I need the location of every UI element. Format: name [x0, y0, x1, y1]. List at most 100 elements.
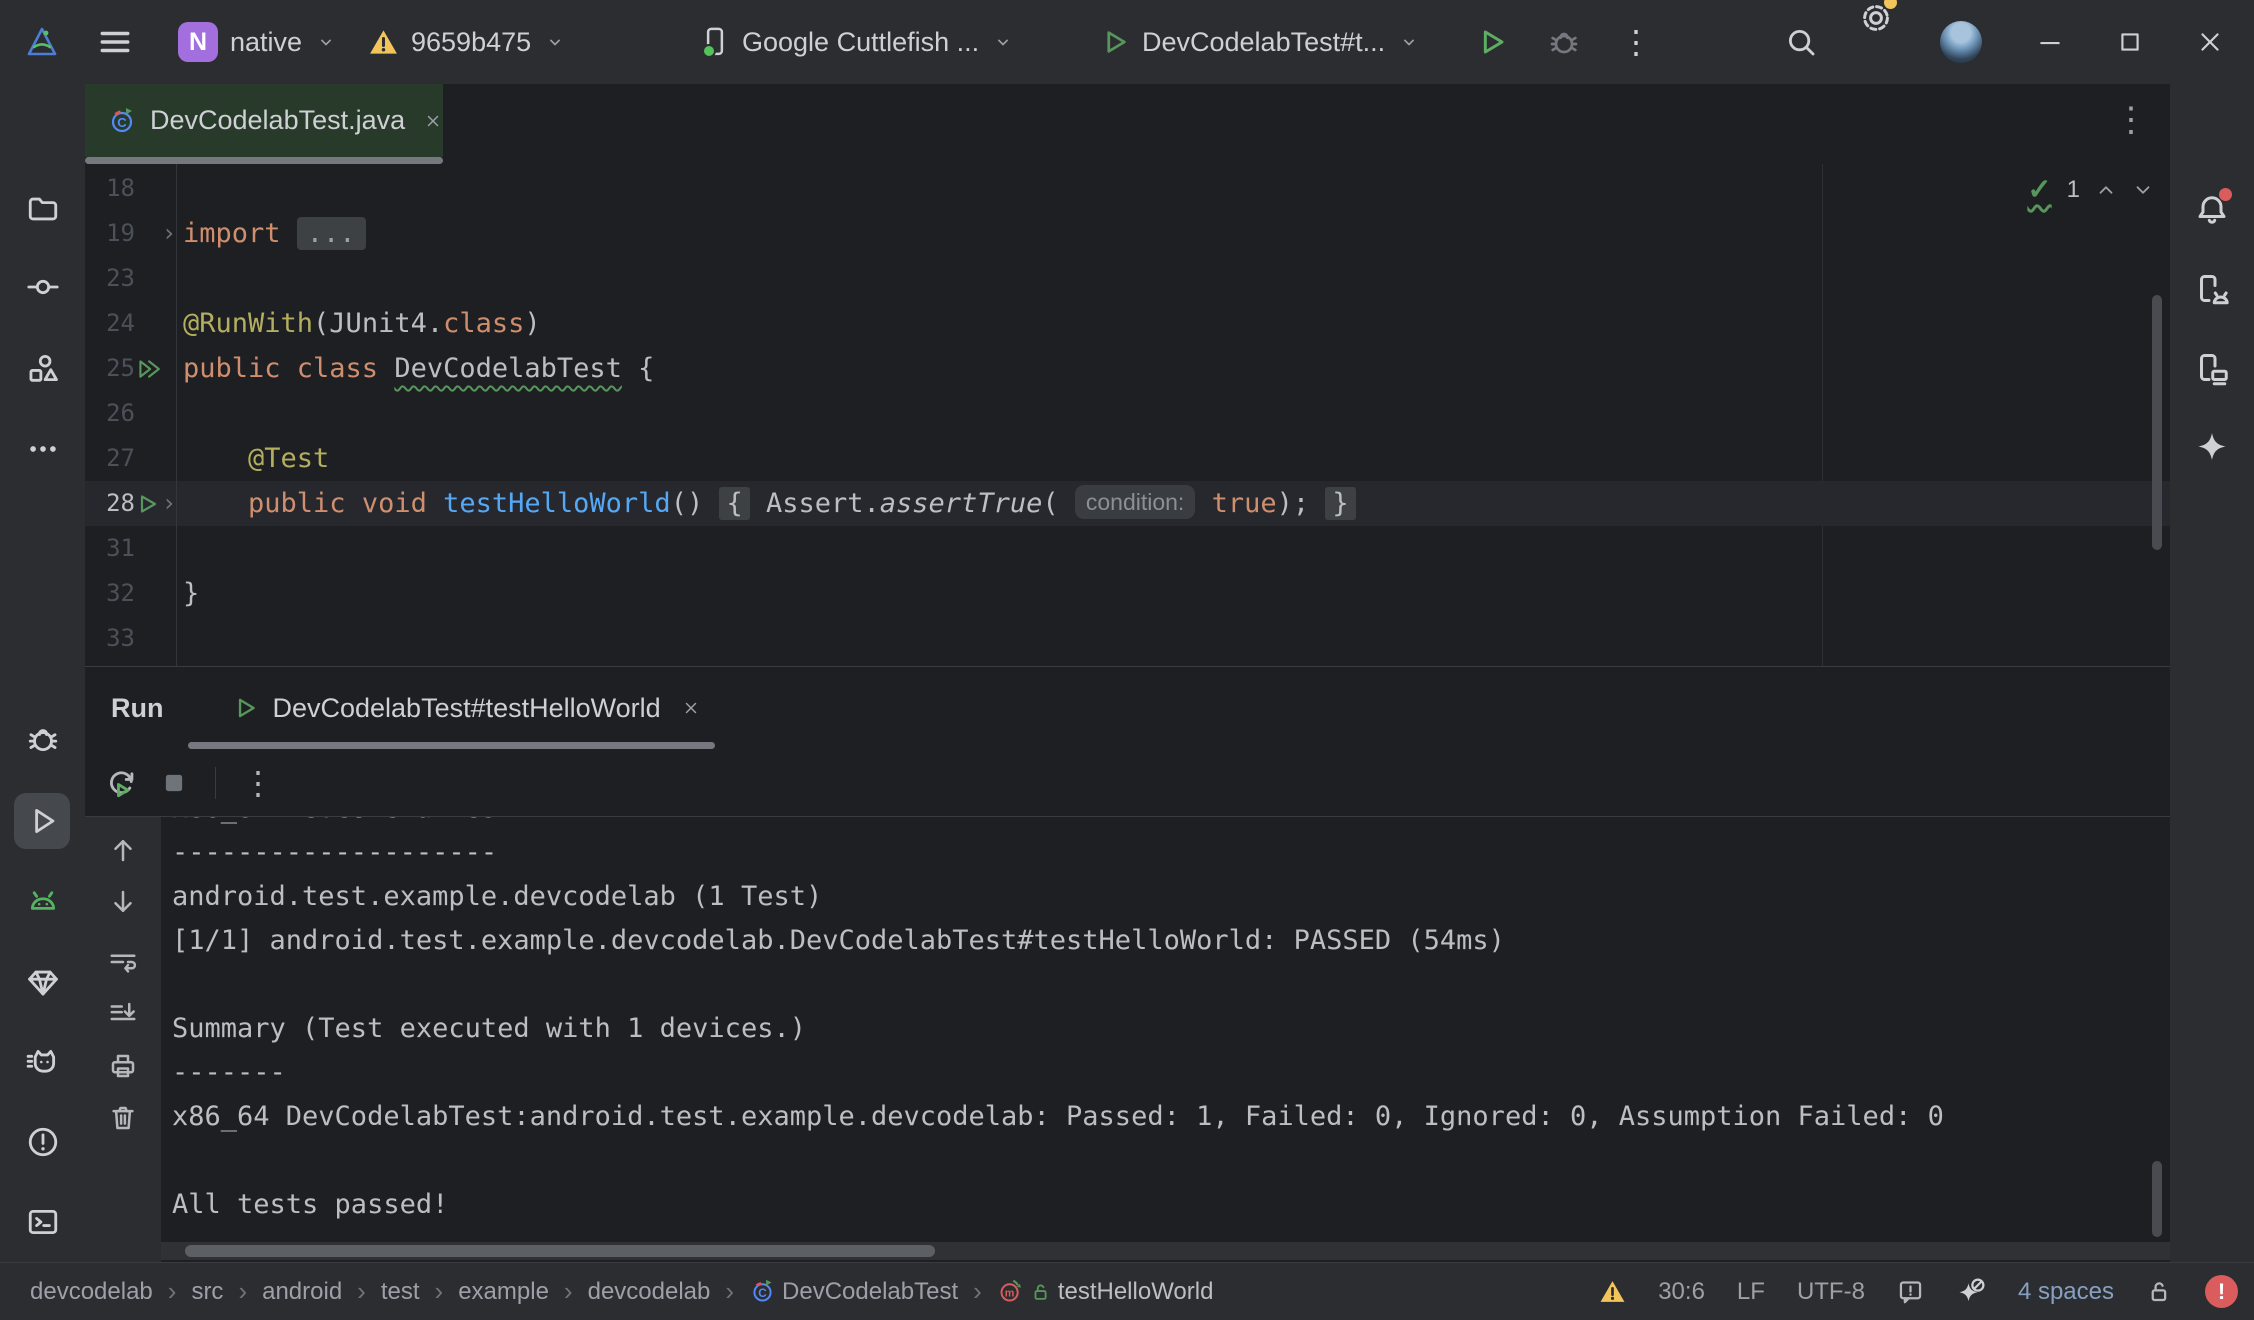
tool-problems-button[interactable]: [0, 1112, 85, 1172]
feedback-bubble-icon[interactable]: [1897, 1278, 1924, 1305]
vcs-branch-selector[interactable]: 9659b475: [368, 0, 565, 84]
line-separator-widget[interactable]: LF: [1737, 1278, 1765, 1306]
project-selector[interactable]: N native: [178, 0, 336, 84]
run-button[interactable]: [1476, 0, 1508, 84]
tab-scrollbar[interactable]: [85, 157, 443, 164]
breadcrumb-item[interactable]: android: [262, 1278, 342, 1306]
inspections-widget[interactable]: ✓ 1: [2027, 172, 2154, 207]
print-button[interactable]: [108, 1051, 138, 1081]
run-tab-scrollbar[interactable]: [188, 742, 715, 749]
code-line[interactable]: 18: [85, 166, 2170, 211]
folded-brace[interactable]: {: [719, 487, 749, 520]
chevron-down-icon: [993, 32, 1013, 52]
code-line[interactable]: 33: [85, 616, 2170, 661]
breadcrumb-class[interactable]: C DevCodelabTest: [749, 1278, 958, 1306]
close-window-button[interactable]: [2182, 0, 2238, 84]
caret-position-widget[interactable]: 30:6: [1658, 1278, 1705, 1306]
console-output[interactable]: x86_64 DevCodelabTest: -----------------…: [161, 817, 2170, 1242]
console-vscrollbar-thumb[interactable]: [2152, 1161, 2162, 1237]
running-devices-button[interactable]: [2170, 339, 2254, 399]
tool-debug-button[interactable]: [0, 709, 85, 769]
code-editor[interactable]: 18 19 › import ... 23 24: [85, 164, 2170, 666]
run-panel-title[interactable]: Run: [111, 693, 163, 724]
breadcrumb-item[interactable]: devcodelab: [588, 1278, 711, 1306]
tab-close-button[interactable]: [424, 112, 442, 130]
main-menu-button[interactable]: [98, 0, 132, 84]
breadcrumb-method[interactable]: m testHelloWorld: [997, 1278, 1214, 1306]
down-stack-trace-button[interactable]: [108, 887, 138, 917]
device-phone-icon: [700, 25, 730, 59]
editor-scrollbar-thumb[interactable]: [2152, 295, 2162, 550]
device-selector[interactable]: Google Cuttlefish ...: [700, 0, 1013, 84]
rerun-button[interactable]: [105, 766, 139, 800]
tool-terminal-button[interactable]: [0, 1192, 85, 1252]
minimize-icon: [2037, 29, 2063, 55]
unlocked-icon: [1030, 1281, 1052, 1303]
gemini-disabled-icon[interactable]: [1956, 1277, 1986, 1307]
tool-app-quality-insights-button[interactable]: [0, 952, 85, 1012]
encoding-widget[interactable]: UTF-8: [1797, 1278, 1865, 1306]
breadcrumb-item[interactable]: example: [458, 1278, 549, 1306]
run-test-gutter-button[interactable]: [135, 481, 161, 526]
debug-button[interactable]: [1548, 0, 1580, 84]
search-everywhere-button[interactable]: [1784, 0, 1818, 84]
breadcrumb-item[interactable]: test: [381, 1278, 420, 1306]
up-stack-trace-button[interactable]: [108, 835, 138, 865]
tool-commit-button[interactable]: [0, 257, 85, 317]
tab-list-kebab-icon[interactable]: ⋮: [2114, 98, 2148, 142]
editor-tab-active[interactable]: C DevCodelabTest.java: [85, 84, 443, 157]
gemini-button[interactable]: [2170, 418, 2254, 478]
tool-project-button[interactable]: [0, 179, 85, 239]
run-class-gutter-button[interactable]: [135, 346, 161, 391]
run-configuration-selector[interactable]: DevCodelabTest#t...: [1100, 0, 1419, 84]
run-tab[interactable]: DevCodelabTest#testHelloWorld: [233, 693, 699, 724]
maximize-button[interactable]: [2102, 0, 2158, 84]
fold-chevron-icon[interactable]: ›: [161, 481, 177, 526]
console-hscrollbar-thumb[interactable]: [185, 1245, 935, 1257]
tool-more-button[interactable]: [0, 419, 85, 479]
next-highlight-button[interactable]: [2132, 179, 2154, 201]
editor-tab-strip: C DevCodelabTest.java ⋮: [85, 84, 2170, 164]
device-manager-button[interactable]: [2170, 260, 2254, 320]
titlebar: N native 9659b475: [0, 0, 2254, 84]
folded-imports[interactable]: ...: [297, 217, 366, 250]
clear-console-button[interactable]: [108, 1103, 138, 1133]
code-line[interactable]: 26: [85, 391, 2170, 436]
code-line[interactable]: 23: [85, 256, 2170, 301]
user-account-button[interactable]: [1940, 0, 1982, 84]
tool-run-button[interactable]: [0, 791, 85, 851]
notifications-button[interactable]: [2170, 179, 2254, 239]
code-line[interactable]: 27 @Test: [85, 436, 2170, 481]
code-line[interactable]: 19 › import ...: [85, 211, 2170, 256]
breadcrumb-item[interactable]: src: [191, 1278, 223, 1306]
tool-logcat-button[interactable]: [0, 872, 85, 932]
tool-profiler-button[interactable]: [0, 1032, 85, 1092]
minimize-button[interactable]: [2022, 0, 2078, 84]
error-indicator-badge[interactable]: !: [2205, 1275, 2238, 1308]
line-number: 24: [85, 301, 135, 346]
indent-widget[interactable]: 4 spaces: [2018, 1278, 2114, 1306]
code-line[interactable]: 31: [85, 526, 2170, 571]
code-line[interactable]: 24 @RunWith(JUnit4.class): [85, 301, 2170, 346]
code-line[interactable]: 25 public class DevCodelabTest {: [85, 346, 2170, 391]
code-line-current[interactable]: 28 › public void testHelloWorld() { Asse…: [85, 481, 2170, 526]
lock-status-icon[interactable]: [2146, 1278, 2173, 1305]
breadcrumb-item[interactable]: devcodelab: [30, 1278, 153, 1306]
close-icon: [2197, 29, 2223, 55]
code-line[interactable]: 32 }: [85, 571, 2170, 616]
soft-wrap-button[interactable]: [108, 947, 138, 977]
run-tab-close-button[interactable]: [682, 699, 700, 717]
console-hscrollbar-track[interactable]: [161, 1242, 2170, 1260]
warning-status-icon[interactable]: [1599, 1279, 1626, 1304]
run-toolbar-kebab-icon[interactable]: ⋮: [242, 767, 274, 799]
scroll-to-end-button[interactable]: [108, 999, 138, 1029]
folded-brace[interactable]: }: [1325, 487, 1355, 520]
prev-highlight-button[interactable]: [2095, 179, 2117, 201]
titlebar-more-button[interactable]: ⋮: [1620, 0, 1652, 84]
stop-button[interactable]: [159, 768, 189, 798]
chevron-down-icon: [316, 32, 336, 52]
fold-chevron-icon[interactable]: ›: [161, 211, 177, 256]
tool-structure-button[interactable]: [0, 339, 85, 399]
running-devices-icon: [2194, 351, 2230, 387]
console-line: [172, 963, 2170, 1007]
